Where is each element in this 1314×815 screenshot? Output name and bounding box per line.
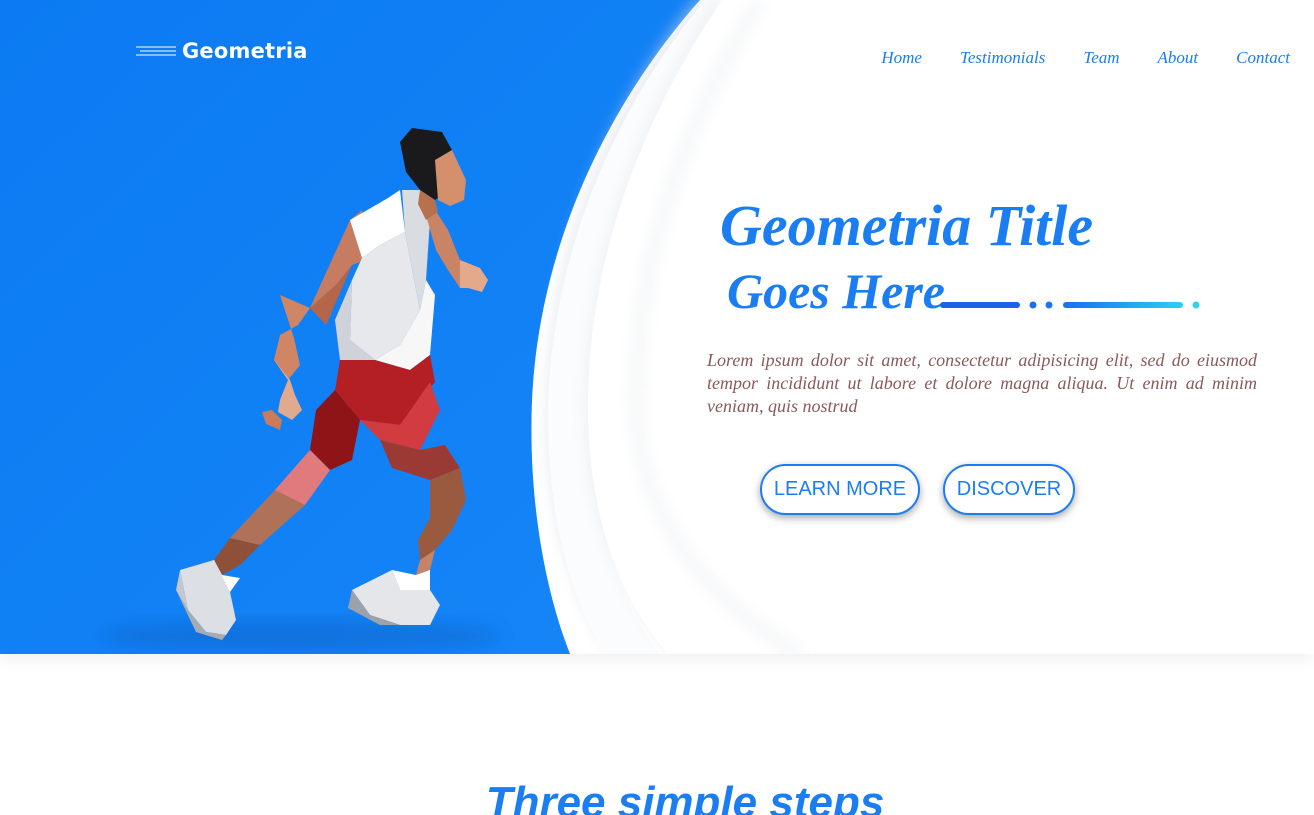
hero-subtitle: Goes Here <box>727 263 945 319</box>
hero-section: Geometria Home Testimonials Team About C… <box>0 0 1314 654</box>
low-poly-runner-icon <box>176 128 488 640</box>
nav-item-home: Home <box>881 48 922 68</box>
nav-item-team: Team <box>1083 48 1119 68</box>
nav-item-testimonials: Testimonials <box>960 48 1045 68</box>
nav-link-about[interactable]: About <box>1158 48 1199 67</box>
hero-title: Geometria Title <box>720 193 1094 258</box>
landing-page: Geometria Home Testimonials Team About C… <box>0 0 1314 815</box>
learn-more-button[interactable]: LEARN MORE <box>760 464 920 515</box>
nav-item-contact: Contact <box>1236 48 1290 68</box>
brand-name: Geometria <box>182 39 308 63</box>
nav-link-contact[interactable]: Contact <box>1236 48 1290 67</box>
nav-link-testimonials[interactable]: Testimonials <box>960 48 1045 67</box>
logo-lines-icon <box>136 46 176 56</box>
hero-description: Lorem ipsum dolor sit amet, consectetur … <box>707 350 1257 416</box>
nav-item-about: About <box>1158 48 1199 68</box>
nav-link-team[interactable]: Team <box>1083 48 1119 67</box>
steps-section-title: Three simple steps <box>485 778 885 815</box>
nav-link-home[interactable]: Home <box>881 48 922 67</box>
brand-logo[interactable]: Geometria <box>136 36 308 66</box>
discover-button[interactable]: DISCOVER <box>943 464 1075 515</box>
title-underline-decoration <box>940 301 1200 309</box>
